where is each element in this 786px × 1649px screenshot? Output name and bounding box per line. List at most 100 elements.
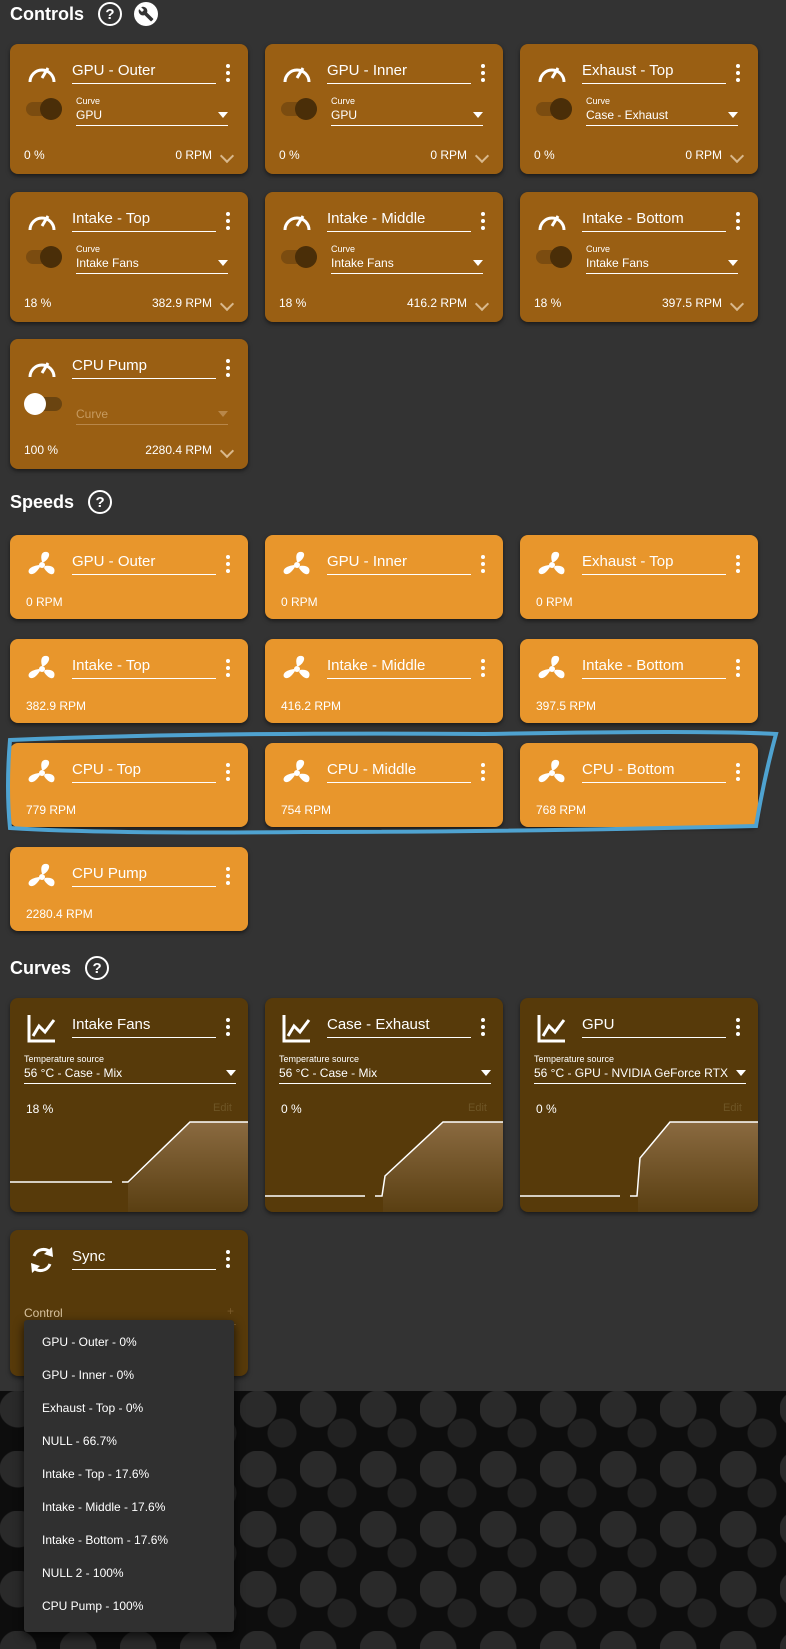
curve-select[interactable]: GPU (76, 108, 228, 126)
more-menu-icon[interactable] (736, 1018, 740, 1039)
more-menu-icon[interactable] (736, 555, 740, 576)
dropdown-option[interactable]: Intake - Middle - 17.6% (24, 1491, 234, 1524)
sync-name[interactable]: Sync (72, 1248, 216, 1270)
speed-name[interactable]: Intake - Top (72, 657, 216, 679)
control-select-label[interactable]: Control (24, 1306, 63, 1320)
manual-toggle[interactable] (24, 393, 62, 415)
dropdown-option[interactable]: Exhaust - Top - 0% (24, 1392, 234, 1425)
manual-toggle[interactable] (536, 98, 572, 120)
dropdown-option[interactable]: GPU - Outer - 0% (24, 1326, 234, 1359)
manual-toggle[interactable] (281, 246, 317, 268)
curve-label: Curve (586, 96, 611, 106)
more-menu-icon[interactable] (481, 64, 485, 85)
chevron-down-icon[interactable] (729, 148, 745, 164)
curve-select[interactable]: GPU (331, 108, 483, 126)
control-rpm: 0 RPM (685, 148, 722, 162)
control-name[interactable]: CPU Pump (72, 357, 216, 379)
dropdown-option[interactable]: Intake - Bottom - 17.6% (24, 1524, 234, 1557)
curve-value: GPU (331, 108, 358, 122)
speed-name[interactable]: GPU - Outer (72, 553, 216, 575)
more-menu-icon[interactable] (226, 212, 230, 233)
chevron-down-icon[interactable] (474, 296, 490, 312)
edit-button[interactable]: Edit (468, 1102, 487, 1114)
curves-help-button[interactable]: ? (85, 956, 110, 980)
control-name[interactable]: Exhaust - Top (582, 62, 726, 84)
more-menu-icon[interactable] (481, 212, 485, 233)
more-menu-icon[interactable] (226, 64, 230, 85)
dropdown-option[interactable]: Intake - Top - 17.6% (24, 1458, 234, 1491)
manual-toggle[interactable] (26, 98, 62, 120)
wrench-button[interactable] (134, 2, 158, 26)
dropdown-option[interactable]: NULL - 66.7% (24, 1425, 234, 1458)
more-menu-icon[interactable] (736, 64, 740, 85)
curve-select[interactable]: Intake Fans (331, 256, 483, 274)
curve-select[interactable]: Intake Fans (586, 256, 738, 274)
curve-value: Intake Fans (586, 256, 649, 270)
chevron-down-icon[interactable] (474, 148, 490, 164)
speed-name[interactable]: GPU - Inner (327, 553, 471, 575)
curves-title: Curves (10, 957, 72, 978)
speed-name[interactable]: Intake - Middle (327, 657, 471, 679)
speed-card: Exhaust - Top 0 RPM (520, 535, 758, 619)
temp-source-select[interactable]: 56 °C - Case - Mix (24, 1066, 236, 1084)
curve-select[interactable]: Intake Fans (76, 256, 228, 274)
dropdown-option[interactable]: CPU Pump - 100% (24, 1590, 234, 1623)
control-name[interactable]: Intake - Middle (327, 210, 471, 232)
more-menu-icon[interactable] (736, 659, 740, 680)
speed-card: GPU - Outer 0 RPM (10, 535, 248, 619)
curve-plot (265, 1121, 503, 1212)
speeds-help-button[interactable]: ? (88, 490, 113, 514)
more-menu-icon[interactable] (226, 1018, 230, 1039)
control-card-exhaust-top: Exhaust - Top Curve Case - Exhaust 0 % 0… (520, 44, 758, 174)
control-rpm: 0 RPM (175, 148, 212, 162)
manual-toggle[interactable] (536, 246, 572, 268)
fan-icon (538, 655, 565, 679)
edit-button[interactable]: Edit (213, 1102, 232, 1114)
control-rpm: 0 RPM (430, 148, 467, 162)
chevron-down-icon[interactable] (219, 148, 235, 164)
dropdown-option[interactable]: NULL 2 - 100% (24, 1557, 234, 1590)
speed-name[interactable]: Exhaust - Top (582, 553, 726, 575)
curve-name[interactable]: Intake Fans (72, 1016, 216, 1038)
speed-name[interactable]: Intake - Bottom (582, 657, 726, 679)
curve-name[interactable]: Case - Exhaust (327, 1016, 471, 1038)
temp-source-select[interactable]: 56 °C - Case - Mix (279, 1066, 491, 1084)
more-menu-icon[interactable] (226, 1250, 230, 1271)
controls-help-button[interactable]: ? (98, 2, 122, 26)
add-icon[interactable]: + (227, 1304, 234, 1318)
manual-toggle[interactable] (281, 98, 317, 120)
speed-card: Intake - Top 382.9 RPM (10, 639, 248, 723)
more-menu-icon[interactable] (226, 867, 230, 888)
dropdown-option[interactable]: GPU - Inner - 0% (24, 1359, 234, 1392)
temp-source-label: Temperature source (534, 1054, 615, 1064)
chevron-down-icon[interactable] (729, 296, 745, 312)
caret-down-icon (473, 112, 483, 118)
curve-label: Curve (586, 244, 611, 254)
more-menu-icon[interactable] (481, 1018, 485, 1039)
control-dropdown-menu: GPU - Outer - 0% GPU - Inner - 0% Exhaust … (24, 1320, 234, 1632)
control-name[interactable]: GPU - Outer (72, 62, 216, 84)
edit-button[interactable]: Edit (723, 1102, 742, 1114)
curve-name[interactable]: GPU (582, 1016, 726, 1038)
control-name[interactable]: Intake - Top (72, 210, 216, 232)
fan-icon (283, 655, 310, 679)
temp-source-select[interactable]: 56 °C - GPU - NVIDIA GeForce RTX (534, 1066, 746, 1084)
control-name[interactable]: GPU - Inner (327, 62, 471, 84)
more-menu-icon[interactable] (481, 555, 485, 576)
control-percent: 0 % (279, 148, 300, 162)
more-menu-icon[interactable] (226, 659, 230, 680)
more-menu-icon[interactable] (736, 212, 740, 233)
speed-rpm: 0 RPM (281, 595, 318, 609)
chevron-down-icon[interactable] (219, 443, 235, 459)
speed-name[interactable]: CPU Pump (72, 865, 216, 887)
manual-toggle[interactable] (26, 246, 62, 268)
more-menu-icon[interactable] (226, 359, 230, 380)
more-menu-icon[interactable] (481, 659, 485, 680)
curve-select[interactable]: Curve (76, 407, 228, 425)
curve-select[interactable]: Case - Exhaust (586, 108, 738, 126)
curve-percent: 18 % (26, 1102, 54, 1116)
chevron-down-icon[interactable] (219, 296, 235, 312)
more-menu-icon[interactable] (226, 555, 230, 576)
control-name[interactable]: Intake - Bottom (582, 210, 726, 232)
curve-label: Curve (331, 244, 356, 254)
